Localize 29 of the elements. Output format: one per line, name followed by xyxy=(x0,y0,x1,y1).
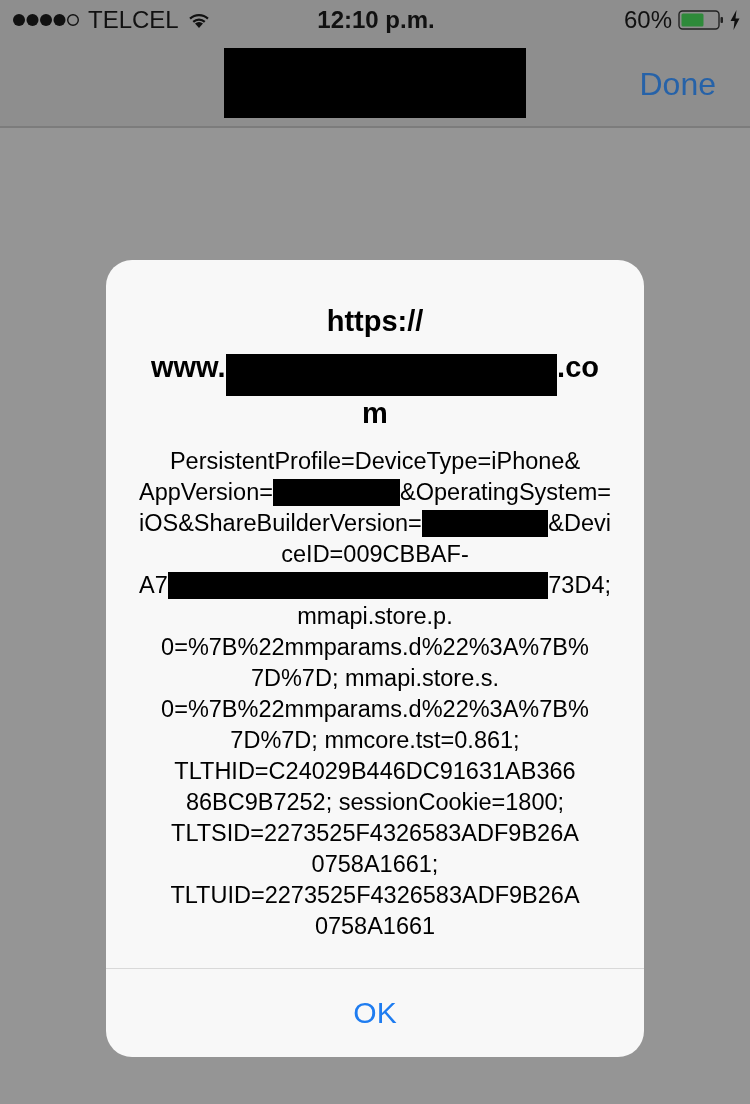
alert-message: AppVersion= xyxy=(139,479,273,506)
alert-message: PersistentProfile=DeviceType=iPhone& xyxy=(169,448,581,475)
signal-icon xyxy=(12,13,80,27)
alert-message: 86BC9B7252; sessionCookie=1800; xyxy=(185,789,565,816)
alert-message: A7 xyxy=(139,572,168,599)
alert-title: .co xyxy=(557,350,599,384)
alert-message: 7D%7D; mmcore.tst=0.861; xyxy=(230,727,520,754)
alert-message: mmapi.store.p. xyxy=(297,603,453,630)
battery-percent: 60% xyxy=(623,6,672,34)
alert-message: 73D4; xyxy=(548,572,611,599)
alert-title: m xyxy=(362,396,388,430)
alert-message: TLTUID=2273525F4326583ADF9B26A xyxy=(170,882,580,909)
alert-message: TLTHID=C24029B446DC91631AB366 xyxy=(174,758,576,785)
alert-title: https:// xyxy=(326,304,424,338)
alert-message: ceID=009CBBAF- xyxy=(281,541,469,568)
alert-message: 0758A1661 xyxy=(314,913,436,940)
carrier-name: TELCEL xyxy=(88,6,179,34)
alert-message: 0758A1661; xyxy=(311,851,439,878)
alert-message: 7D%7D; mmapi.store.s. xyxy=(250,665,500,692)
alert-message: TLTSID=2273525F4326583ADF9B26A xyxy=(171,820,579,847)
alert-message: 0=%7B%22mmparams.d%22%3A%7B% xyxy=(161,696,589,723)
alert-message: iOS&ShareBuilderVersion= xyxy=(139,510,422,537)
ok-button[interactable]: OK xyxy=(106,969,644,1057)
battery-icon xyxy=(678,10,724,30)
alert-message: 0=%7B%22mmparams.d%22%3A%7B% xyxy=(161,634,589,661)
alert-message: &Devi xyxy=(548,510,611,537)
alert-title: www. xyxy=(151,350,226,384)
clock-time: 12:10 p.m. xyxy=(317,6,435,34)
alert-message: &OperatingSystem= xyxy=(400,479,611,506)
